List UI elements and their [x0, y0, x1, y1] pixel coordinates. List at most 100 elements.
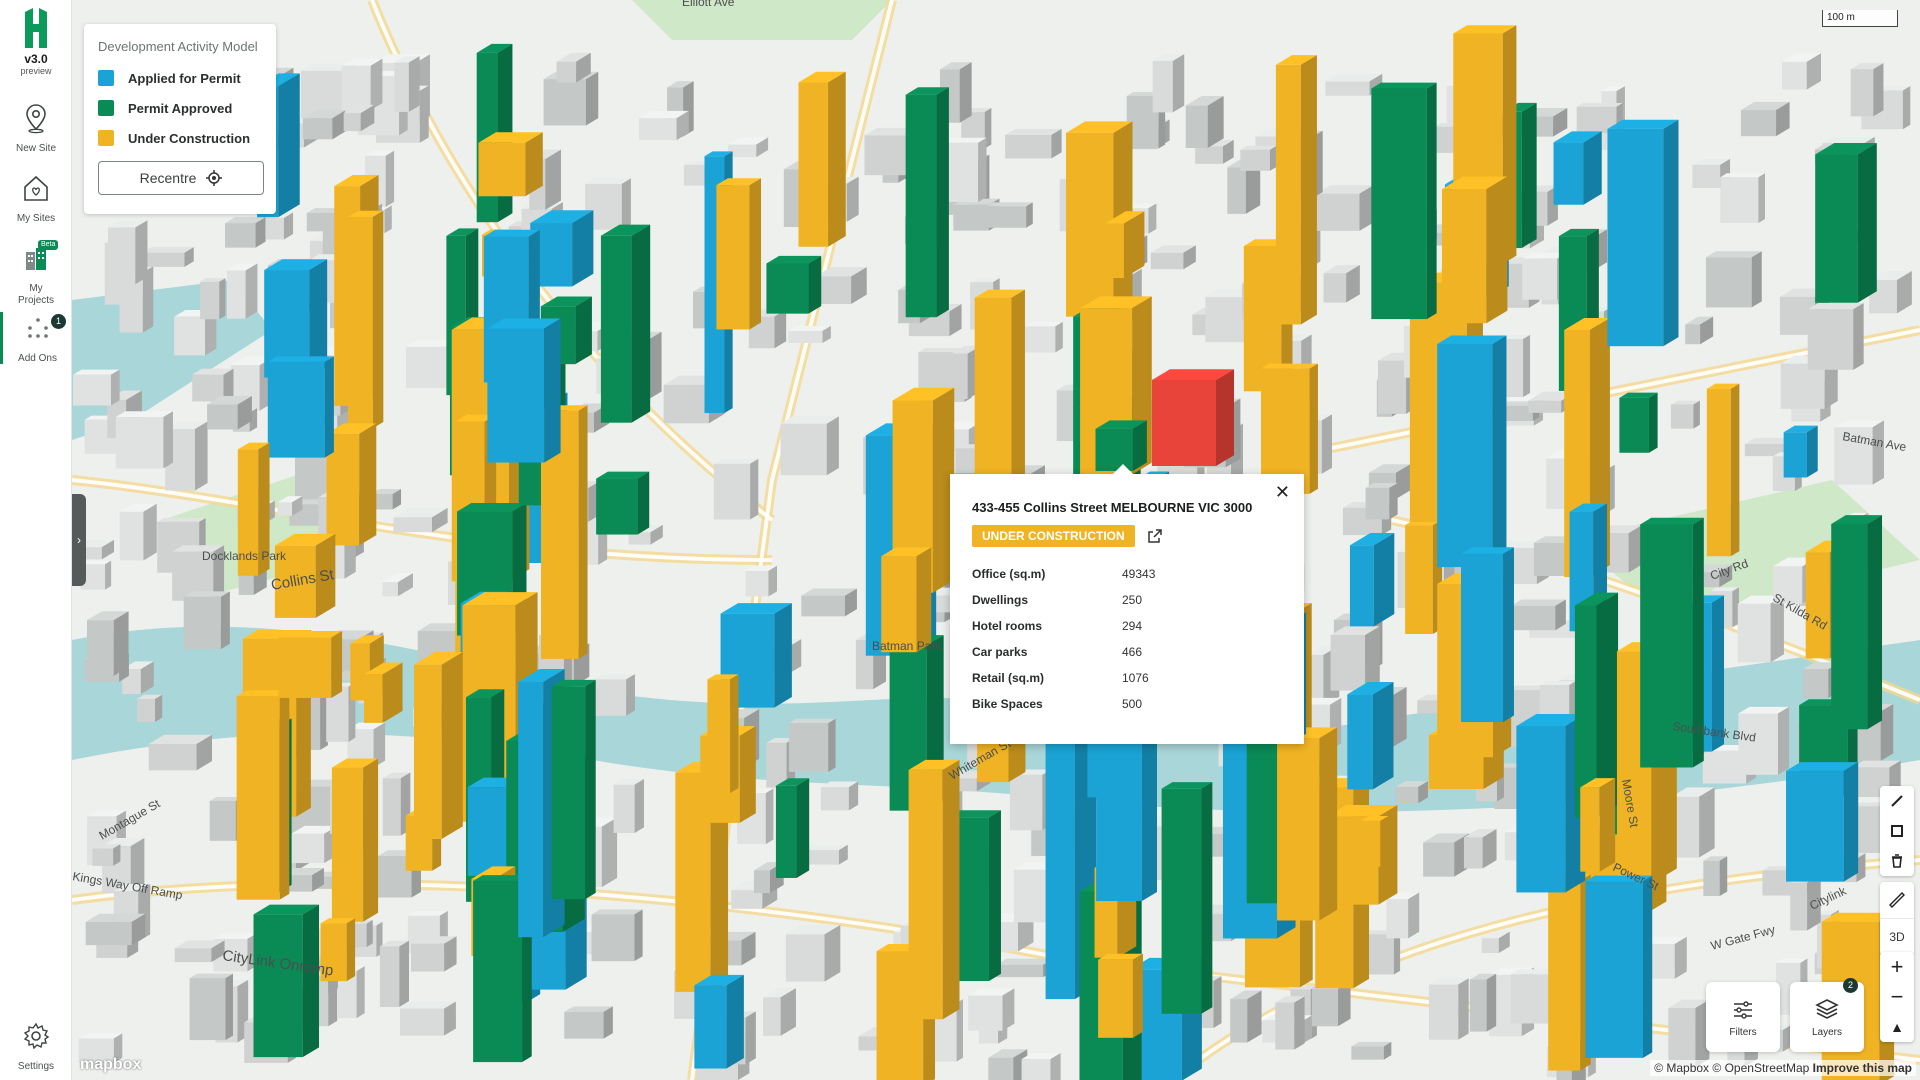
building — [1880, 703, 1894, 761]
building — [1304, 1015, 1313, 1043]
building — [1423, 842, 1455, 877]
building — [341, 65, 371, 111]
development-building — [707, 679, 731, 793]
close-icon[interactable]: ✕ — [1275, 482, 1290, 503]
toggle-3d-button[interactable]: 3D — [1880, 919, 1914, 956]
osm-attribution-link[interactable]: © OpenStreetMap — [1712, 1061, 1809, 1075]
development-building — [331, 767, 364, 922]
development-building — [544, 318, 561, 463]
building — [1719, 856, 1728, 897]
building — [788, 723, 829, 772]
property-value: 250 — [1122, 593, 1143, 607]
development-building — [730, 674, 739, 793]
filters-button[interactable]: Filters — [1706, 982, 1780, 1052]
building — [753, 870, 770, 894]
layers-button[interactable]: Layers 2 — [1790, 978, 1864, 1052]
panel-expand-tab[interactable]: › — [72, 494, 86, 586]
building — [788, 330, 823, 344]
building — [1872, 420, 1884, 485]
draw-line-button[interactable] — [1880, 786, 1914, 816]
building — [1386, 899, 1409, 939]
building — [1240, 149, 1270, 171]
building — [110, 369, 120, 406]
building — [72, 374, 111, 406]
sidebar-item-label: My Sites — [16, 213, 56, 224]
ruler-icon — [1889, 892, 1905, 908]
sidebar-item-label: New Site — [15, 143, 56, 154]
external-link-icon[interactable] — [1147, 528, 1163, 544]
building — [207, 404, 238, 430]
development-building — [1309, 363, 1318, 494]
zoom-in-button[interactable]: + — [1880, 952, 1914, 982]
building — [135, 220, 148, 285]
development-building — [1437, 343, 1493, 568]
building — [968, 995, 1003, 1031]
development-building — [1599, 778, 1616, 872]
development-building — [1553, 142, 1584, 205]
development-building — [1373, 532, 1395, 627]
development-building — [1706, 388, 1731, 557]
building — [828, 718, 836, 772]
app-version-sub: preview — [20, 66, 52, 76]
building — [788, 718, 836, 724]
building — [1670, 404, 1694, 429]
building — [1699, 787, 1715, 858]
improve-map-link[interactable]: Improve this map — [1813, 1061, 1912, 1075]
development-building — [739, 726, 756, 823]
building — [343, 113, 361, 132]
building — [1705, 257, 1752, 308]
recentre-button[interactable]: Recentre — [98, 161, 264, 195]
sidebar-item-my-projects[interactable]: Beta My Projects — [0, 240, 72, 307]
building — [1720, 173, 1766, 178]
sidebar-item-add-ons[interactable]: 1 Add Ons — [0, 312, 72, 364]
building — [1428, 984, 1459, 1040]
development-building — [1371, 82, 1437, 89]
compass-button[interactable]: ▲ — [1880, 1012, 1914, 1042]
building — [1853, 302, 1864, 370]
building — [1481, 938, 1499, 954]
building — [846, 176, 859, 222]
sliders-icon — [1734, 1001, 1752, 1019]
development-building — [1300, 55, 1317, 325]
building — [1055, 321, 1063, 353]
mapbox-attribution-link[interactable]: © Mapbox — [1654, 1061, 1709, 1075]
app-logo[interactable]: v3.0 preview — [0, 8, 72, 76]
draw-polygon-button[interactable] — [1880, 816, 1914, 846]
building — [1172, 54, 1185, 113]
development-building — [1843, 762, 1859, 882]
building — [379, 946, 400, 1008]
building — [155, 694, 163, 722]
building — [545, 149, 561, 210]
building — [959, 62, 972, 123]
building — [183, 596, 221, 650]
trash-icon — [1892, 854, 1902, 868]
building — [399, 940, 409, 1008]
sidebar-item-new-site[interactable]: New Site — [0, 102, 72, 155]
property-row-office: Office (sq.m) 49343 — [972, 561, 1282, 587]
building — [393, 517, 432, 533]
delete-button[interactable] — [1880, 846, 1914, 876]
property-row-hotel: Hotel rooms 294 — [972, 613, 1282, 639]
building — [1408, 892, 1420, 939]
sidebar-item-settings[interactable]: Settings — [0, 1020, 72, 1073]
development-building — [302, 904, 320, 1058]
development-building — [1730, 383, 1740, 557]
building — [750, 458, 759, 520]
development-building — [1132, 953, 1143, 1038]
measure-button[interactable] — [1880, 882, 1914, 919]
development-building — [1380, 815, 1389, 867]
building — [189, 973, 233, 979]
building — [978, 137, 987, 203]
development-building — [1806, 425, 1818, 478]
building — [765, 788, 774, 845]
sidebar-item-my-sites[interactable]: My Sites — [0, 172, 72, 225]
property-row-bike: Bike Spaces 500 — [972, 691, 1282, 717]
development-building — [1405, 525, 1433, 634]
development-building — [1299, 911, 1313, 988]
development-building — [828, 71, 846, 247]
add-ons-badge: 1 — [51, 314, 66, 329]
legend-label: Applied for Permit — [128, 70, 241, 86]
building — [1227, 167, 1246, 214]
zoom-out-button[interactable]: − — [1880, 982, 1914, 1012]
development-building — [572, 210, 594, 287]
